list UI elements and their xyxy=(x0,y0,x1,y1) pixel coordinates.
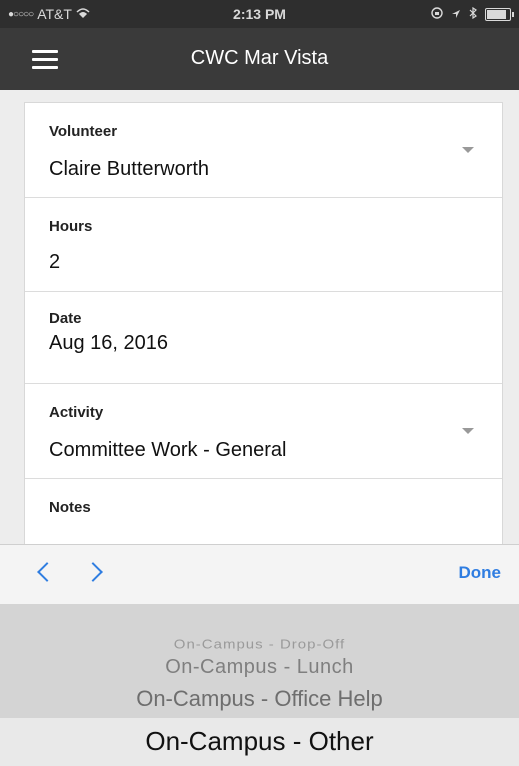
activity-label: Activity xyxy=(49,404,104,421)
activity-field[interactable]: Activity Committee Work - General xyxy=(25,384,502,479)
date-label: Date xyxy=(49,310,82,327)
rotation-lock-icon xyxy=(431,6,443,22)
volunteer-value: Claire Butterworth xyxy=(49,158,210,180)
battery-icon xyxy=(485,7,514,21)
notes-label: Notes xyxy=(49,499,91,516)
location-icon xyxy=(451,6,461,22)
date-field[interactable]: Date Aug 16, 2016 xyxy=(25,292,502,384)
hours-value[interactable]: 2 xyxy=(49,251,60,274)
chevron-down-icon xyxy=(462,428,474,434)
activity-value: Committee Work - General xyxy=(49,439,287,461)
volunteer-hours-form: Volunteer Claire Butterworth Hours 2 Dat… xyxy=(24,102,503,550)
chevron-down-icon xyxy=(462,147,474,153)
hours-label: Hours xyxy=(49,218,93,235)
keyboard-toolbar: Done xyxy=(0,544,519,605)
volunteer-label: Volunteer xyxy=(49,123,118,140)
picker-option-selected[interactable]: On-Campus - Other xyxy=(0,726,519,757)
navigation-bar: CWC Mar Vista xyxy=(0,28,519,90)
picker-option[interactable]: On-Campus - Drop-Off xyxy=(0,637,519,651)
next-field-icon[interactable] xyxy=(88,563,102,577)
status-bar: ●○○○○ AT&T 2:13 PM xyxy=(0,0,519,28)
bluetooth-icon xyxy=(469,6,477,22)
picker-option[interactable]: On-Campus - Lunch xyxy=(0,656,519,679)
hours-field[interactable]: Hours 2 xyxy=(25,198,502,292)
volunteer-field[interactable]: Volunteer Claire Butterworth xyxy=(25,103,502,198)
previous-field-icon[interactable] xyxy=(36,563,50,577)
activity-picker[interactable]: On-Campus - Drop-Off On-Campus - Lunch O… xyxy=(0,604,519,766)
page-title: CWC Mar Vista xyxy=(190,47,329,69)
picker-option[interactable]: On-Campus - Office Help xyxy=(0,686,519,712)
notes-field[interactable]: Notes xyxy=(25,479,502,549)
done-button[interactable]: Done xyxy=(459,563,502,583)
date-value[interactable]: Aug 16, 2016 xyxy=(49,332,168,355)
status-right xyxy=(431,6,514,22)
